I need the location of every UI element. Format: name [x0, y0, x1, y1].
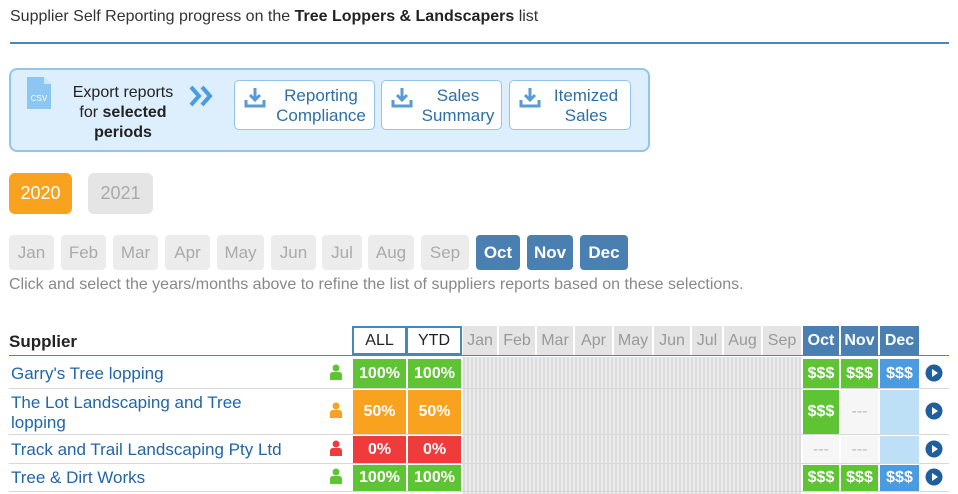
supplier-link[interactable]: The Lot Landscaping and Tree lopping	[11, 393, 242, 433]
month-mar-button[interactable]: Mar	[113, 235, 158, 270]
user-status-green-icon	[330, 468, 342, 484]
col-header-nov: Nov	[841, 326, 878, 355]
all-column-header: ALL	[352, 326, 407, 355]
row-oct-cell[interactable]: $$$	[803, 359, 839, 388]
col-header-sep: Sep	[763, 326, 801, 355]
row-oct-cell[interactable]: $$$	[803, 390, 839, 434]
table-header-divider	[9, 355, 949, 356]
row-ytd-cell: 0%	[408, 436, 461, 463]
col-header-feb: Feb	[499, 326, 535, 355]
svg-text:CSV: CSV	[31, 94, 48, 103]
row-nov-cell: ---	[841, 436, 878, 463]
export-sales-summary-button[interactable]: Sales Summary	[381, 80, 502, 130]
col-header-dec: Dec	[880, 326, 919, 355]
export-label: Export reports for selected periods	[72, 84, 174, 141]
col-header-jun: Jun	[654, 326, 690, 355]
unselected-months-area	[463, 357, 801, 494]
row-all-cell: 50%	[353, 390, 406, 434]
play-circle-icon[interactable]	[925, 440, 943, 458]
row-all-cell: 0%	[353, 436, 406, 463]
row-dec-cell	[880, 390, 919, 434]
download-icon	[244, 88, 266, 108]
user-status-green-icon	[330, 364, 342, 380]
row-oct-cell: ---	[803, 436, 839, 463]
csv-file-icon: CSV	[27, 77, 51, 109]
row-all-cell: 100%	[353, 465, 406, 491]
row-oct-cell[interactable]: $$$	[803, 465, 839, 491]
month-dec-button[interactable]: Dec	[580, 235, 628, 270]
month-sep-button[interactable]: Sep	[421, 235, 469, 270]
row-ytd-cell: 100%	[408, 465, 461, 491]
row-nov-cell[interactable]: $$$	[841, 465, 878, 491]
row-ytd-cell: 50%	[408, 390, 461, 434]
month-nov-button[interactable]: Nov	[527, 235, 573, 270]
month-jun-button[interactable]: Jun	[271, 235, 316, 270]
ytd-column-header: YTD	[406, 326, 462, 355]
row-divider	[9, 434, 949, 435]
col-header-mar: Mar	[537, 326, 573, 355]
page-title: Supplier Self Reporting progress on the …	[10, 8, 539, 25]
row-dec-cell	[880, 436, 919, 463]
col-header-apr: Apr	[575, 326, 612, 355]
supplier-link[interactable]: Garry's Tree lopping	[11, 364, 164, 384]
play-circle-icon[interactable]	[925, 468, 943, 486]
play-circle-icon[interactable]	[925, 364, 943, 382]
download-icon	[391, 88, 413, 108]
export-reporting-compliance-button[interactable]: Reporting Compliance	[234, 80, 375, 130]
user-status-orange-icon	[330, 402, 342, 418]
month-jul-button[interactable]: Jul	[322, 235, 362, 270]
row-ytd-cell: 100%	[408, 359, 461, 388]
row-all-cell: 100%	[353, 359, 406, 388]
year-2020-button[interactable]: 2020	[9, 173, 72, 214]
col-header-may: May	[614, 326, 652, 355]
row-dec-cell[interactable]: $$$	[880, 465, 919, 491]
row-nov-cell: ---	[841, 390, 878, 434]
export-itemized-sales-button[interactable]: Itemized Sales	[509, 80, 631, 130]
row-nov-cell[interactable]: $$$	[841, 359, 878, 388]
col-header-jul: Jul	[692, 326, 722, 355]
row-divider	[9, 463, 949, 464]
month-may-button[interactable]: May	[217, 235, 264, 270]
supplier-column-header: Supplier	[9, 332, 78, 351]
month-apr-button[interactable]: Apr	[165, 235, 210, 270]
col-header-jan: Jan	[463, 326, 497, 355]
download-icon	[519, 88, 541, 108]
supplier-link[interactable]: Track and Trail Landscaping Pty Ltd	[11, 440, 282, 460]
year-2021-button[interactable]: 2021	[88, 173, 153, 214]
col-header-oct: Oct	[803, 326, 839, 355]
list-name: Tree Loppers & Landscapers	[294, 8, 515, 25]
header-divider	[10, 42, 949, 44]
month-aug-button[interactable]: Aug	[368, 235, 414, 270]
row-divider	[9, 388, 949, 389]
user-status-red-icon	[330, 440, 342, 456]
supplier-link[interactable]: Tree & Dirt Works	[11, 468, 145, 488]
col-header-aug: Aug	[724, 326, 761, 355]
month-feb-button[interactable]: Feb	[61, 235, 106, 270]
play-circle-icon[interactable]	[925, 402, 943, 420]
month-oct-button[interactable]: Oct	[476, 235, 520, 270]
row-divider	[9, 491, 949, 492]
double-chevron-right-icon	[189, 85, 213, 107]
filter-hint: Click and select the years/months above …	[9, 276, 744, 293]
month-jan-button[interactable]: Jan	[9, 235, 54, 270]
row-dec-cell[interactable]: $$$	[880, 359, 919, 388]
